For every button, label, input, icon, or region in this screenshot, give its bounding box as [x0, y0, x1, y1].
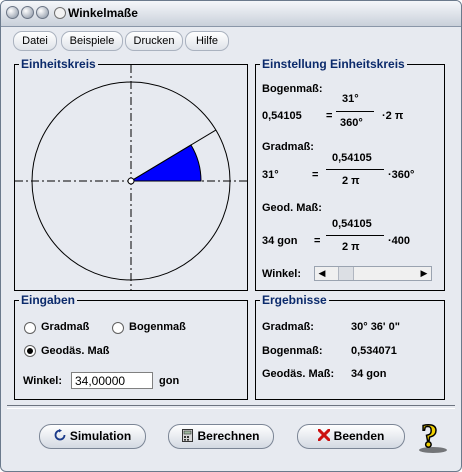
geod-value: 34 gon	[262, 235, 298, 247]
app-icon	[54, 7, 66, 19]
unit-circle-canvas	[15, 65, 247, 290]
berechnen-label: Berechnen	[197, 429, 260, 443]
radio-gradmass-label[interactable]: Gradmaß	[41, 321, 89, 333]
geod-fraction-line	[326, 235, 384, 236]
bogen-label: Bogenmaß:	[262, 83, 323, 95]
winkel-input[interactable]: 34,00000	[71, 372, 153, 389]
bogen-value: 0,54105	[262, 110, 302, 122]
geod-denominator: 2 π	[342, 241, 360, 253]
ergebnisse-group: Ergebnisse Gradmaß: 30° 36' 0" Bogenmaß:…	[255, 293, 445, 400]
scroll-right-icon[interactable]: ▶	[417, 267, 431, 280]
menu-beispiele-label: Beispiele	[69, 35, 115, 47]
radio-geodaes-label[interactable]: Geodäs. Maß	[41, 345, 109, 357]
result-geodaes-label: Geodäs. Maß:	[262, 368, 335, 380]
bogen-factor: ·2 π	[382, 110, 404, 122]
menu-hilfe-label: Hilfe	[195, 35, 218, 47]
geod-equals: =	[314, 235, 321, 247]
grad-fraction-line	[326, 169, 384, 170]
close-x-icon	[317, 425, 331, 448]
beenden-label: Beenden	[333, 429, 385, 443]
calculator-icon	[182, 425, 194, 448]
result-geodaes-value: 34 gon	[351, 368, 387, 380]
geod-factor: ·400	[388, 235, 411, 247]
bogen-numerator: 31°	[342, 93, 359, 105]
scrollbar-thumb[interactable]	[338, 267, 355, 280]
simulation-button[interactable]: Simulation	[39, 424, 146, 449]
simulation-label: Simulation	[69, 429, 132, 443]
help-glyph-svg: ?	[419, 417, 447, 456]
result-bogenmass-label: Bogenmaß:	[262, 345, 323, 357]
result-bogenmass-value: 0,534071	[351, 345, 397, 357]
result-gradmass-label: Gradmaß:	[262, 321, 314, 333]
geod-label: Geod. Maß:	[262, 202, 322, 214]
bogen-fraction-line	[336, 111, 374, 112]
minimize-window-icon[interactable]	[21, 6, 34, 19]
grad-label: Gradmaß:	[262, 141, 314, 153]
window-title: Winkelmaße	[68, 6, 138, 20]
scroll-left-icon[interactable]: ◀	[315, 267, 329, 280]
help-glyph: ?	[421, 418, 438, 455]
radio-geodaes[interactable]	[24, 345, 36, 357]
eingaben-group: Eingaben Gradmaß Bogenmaß Geodäs. Maß Wi…	[14, 293, 248, 400]
grad-denominator: 2 π	[342, 175, 360, 187]
help-icon[interactable]: ?	[415, 415, 451, 456]
menu-beispiele[interactable]: Beispiele	[61, 31, 123, 51]
maximize-window-icon[interactable]	[36, 6, 49, 19]
circle-center-point	[127, 177, 135, 185]
einheitskreis-group: Einheitskreis	[14, 57, 248, 291]
bogen-denominator: 360°	[340, 117, 363, 129]
bogen-equals: =	[326, 110, 333, 122]
menu-bar: Datei Beispiele Drucken Hilfe	[9, 31, 451, 51]
radio-bogenmass[interactable]	[112, 322, 124, 334]
menu-datei-label: Datei	[22, 35, 48, 47]
ergebnisse-title: Ergebnisse	[260, 293, 329, 307]
title-bar[interactable]: Winkelmaße	[1, 1, 461, 27]
beenden-button[interactable]: Beenden	[297, 424, 405, 449]
menu-drucken[interactable]: Drucken	[125, 31, 183, 51]
grad-equals: =	[312, 169, 319, 181]
app-window: Winkelmaße Datei Beispiele Drucken Hilfe…	[0, 0, 462, 472]
winkel-input-label: Winkel:	[23, 375, 63, 387]
refresh-icon	[54, 425, 66, 448]
result-gradmass-value: 30° 36' 0"	[351, 321, 400, 333]
menu-hilfe[interactable]: Hilfe	[185, 31, 229, 51]
eingaben-title: Eingaben	[19, 293, 78, 307]
angle-sector	[129, 144, 202, 182]
menu-datei[interactable]: Datei	[13, 31, 57, 51]
winkel-slider-label: Winkel:	[262, 268, 302, 280]
winkel-unit: gon	[159, 375, 180, 387]
geod-numerator: 0,54105	[332, 218, 372, 230]
berechnen-button[interactable]: Berechnen	[168, 424, 274, 449]
radio-bogenmass-label[interactable]: Bogenmaß	[129, 321, 186, 333]
einstellung-title: Einstellung Einheitskreis	[260, 57, 407, 71]
bottom-separator	[7, 405, 455, 409]
winkel-scrollbar[interactable]: ◀ ▶	[314, 266, 432, 281]
close-window-icon[interactable]	[6, 6, 19, 19]
einstellung-group: Einstellung Einheitskreis Bogenmaß: 0,54…	[255, 57, 445, 291]
grad-factor: ·360°	[388, 169, 415, 181]
grad-numerator: 0,54105	[332, 152, 372, 164]
radio-gradmass[interactable]	[24, 322, 36, 334]
grad-value: 31°	[262, 169, 279, 181]
menu-drucken-label: Drucken	[133, 35, 175, 47]
